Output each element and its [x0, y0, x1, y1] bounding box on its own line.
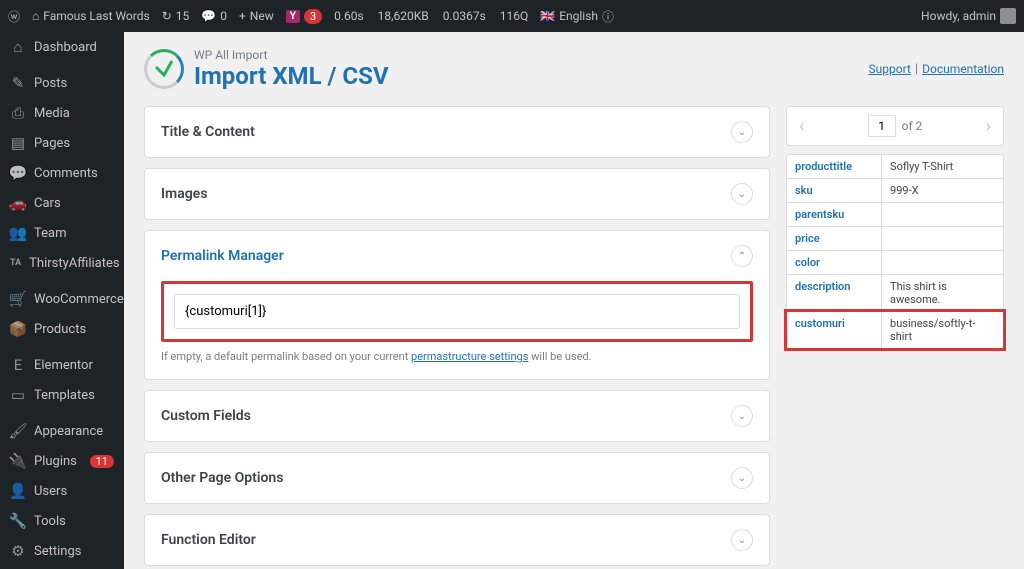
sidebar-item-thirstyaffiliates[interactable]: TAThirstyAffiliates [0, 248, 124, 278]
page-title: Import XML / CSV [194, 62, 389, 90]
record-pager: ‹ of 2 › [786, 106, 1004, 146]
record-row-parentsku[interactable]: parentsku [787, 203, 1003, 227]
chevron-down-icon: ⌄ [731, 183, 753, 205]
perf-stats: 0.60s 18,620KB 0.0367s 116Q [334, 9, 528, 23]
panel-title-content[interactable]: Title & Content⌄ [144, 106, 770, 158]
record-row-description[interactable]: descriptionThis shirt is awesome. [787, 275, 1003, 312]
chevron-down-icon: ⌄ [731, 467, 753, 489]
support-link[interactable]: Support [869, 62, 911, 76]
pager-next[interactable]: › [982, 116, 995, 137]
permastructure-link[interactable]: permastructure settings [411, 350, 528, 363]
record-row-customuri[interactable]: customuribusiness/softly-t-shirt [787, 312, 1003, 348]
sidebar-item-appearance[interactable]: 🖌Appearance [0, 416, 124, 446]
highlighted-input-area [161, 281, 753, 342]
record-key: parentsku [787, 203, 882, 226]
menu-icon: E [10, 357, 26, 373]
sidebar-item-users[interactable]: 👤Users [0, 476, 124, 506]
site-link[interactable]: ⌂ Famous Last Words [32, 9, 150, 23]
panel-images[interactable]: Images⌄ [144, 168, 770, 220]
panel-permalink-header[interactable]: Permalink Manager⌃ [145, 231, 769, 281]
menu-icon: 👤 [10, 483, 26, 499]
sidebar-item-comments[interactable]: 💬Comments [0, 158, 124, 188]
menu-icon: ▤ [10, 135, 26, 151]
new-link[interactable]: + New [239, 9, 274, 23]
menu-icon: 🔧 [10, 513, 26, 529]
menu-icon: 🔌 [10, 453, 26, 469]
menu-icon: ⌂ [10, 39, 26, 55]
comments-link[interactable]: 💬 0 [201, 9, 227, 23]
sidebar-item-dashboard[interactable]: ⌂Dashboard [0, 32, 124, 62]
record-value: business/softly-t-shirt [882, 312, 1003, 348]
sidebar-item-elementor[interactable]: EElementor [0, 350, 124, 380]
sidebar-item-media[interactable]: ⎙Media [0, 98, 124, 128]
menu-icon: ▭ [10, 387, 26, 403]
pager-total: of 2 [902, 119, 923, 133]
chevron-down-icon: ⌄ [731, 405, 753, 427]
menu-icon: 📦 [10, 321, 26, 337]
pager-current-input[interactable] [868, 115, 896, 137]
sidebar-item-settings[interactable]: ⚙Settings [0, 536, 124, 566]
admin-sidebar: ⌂Dashboard ✎Posts⎙Media▤Pages💬Comments🚗Ca… [0, 32, 124, 569]
yoast-link[interactable]: Y 3 [286, 9, 322, 24]
menu-icon: 🛒 [10, 291, 26, 307]
menu-icon: ⚙ [10, 543, 26, 559]
plugin-logo-icon [144, 49, 184, 89]
record-value [882, 251, 1003, 274]
sidebar-item-plugins[interactable]: 🔌Plugins11 [0, 446, 124, 476]
docs-link[interactable]: Documentation [922, 62, 1004, 76]
record-key: price [787, 227, 882, 250]
record-value: This shirt is awesome. [882, 275, 1003, 311]
menu-icon: 🚗 [10, 195, 26, 211]
chevron-down-icon: ⌄ [731, 529, 753, 551]
menu-icon: TA [10, 255, 21, 271]
record-value: 999-X [882, 179, 1003, 202]
sidebar-item-tools[interactable]: 🔧Tools [0, 506, 124, 536]
refresh-link[interactable]: ↻ 15 [162, 9, 190, 23]
record-value [882, 227, 1003, 250]
panel-permalink-manager: Permalink Manager⌃ If empty, a default p… [144, 230, 770, 380]
wp-logo[interactable]: ⓦ [8, 8, 20, 25]
record-key: color [787, 251, 882, 274]
panel-function-editor[interactable]: Function Editor⌄ [144, 514, 770, 566]
sidebar-item-posts[interactable]: ✎Posts [0, 68, 124, 98]
panel-other-options[interactable]: Other Page Options⌄ [144, 452, 770, 504]
chevron-down-icon: ⌄ [731, 121, 753, 143]
record-value [882, 203, 1003, 226]
record-key: sku [787, 179, 882, 202]
sidebar-item-team[interactable]: 👥Team [0, 218, 124, 248]
admin-bar: ⓦ ⌂ Famous Last Words ↻ 15 💬 0 + New Y 3… [0, 0, 1024, 32]
record-row-price[interactable]: price [787, 227, 1003, 251]
sidebar-item-pages[interactable]: ▤Pages [0, 128, 124, 158]
record-row-producttitle[interactable]: producttitleSoflyy T-Shirt [787, 155, 1003, 179]
avatar-icon [1000, 8, 1016, 24]
pager-prev[interactable]: ‹ [795, 116, 808, 137]
record-value: Soflyy T-Shirt [882, 155, 1003, 178]
sidebar-item-products[interactable]: 📦Products [0, 314, 124, 344]
menu-icon: ✎ [10, 75, 26, 91]
record-key: description [787, 275, 882, 311]
help-links: Support|Documentation [869, 62, 1004, 77]
menu-icon: 👥 [10, 225, 26, 241]
menu-icon: ⎙ [10, 105, 26, 121]
menu-icon: 💬 [10, 165, 26, 181]
brand-label: WP All Import [194, 48, 389, 62]
sidebar-item-cars[interactable]: 🚗Cars [0, 188, 124, 218]
panel-custom-fields[interactable]: Custom Fields⌄ [144, 390, 770, 442]
record-row-sku[interactable]: sku999-X [787, 179, 1003, 203]
lang-switch[interactable]: 🇬🇧 English ⓘ [540, 8, 614, 25]
menu-icon: 🖌 [10, 423, 26, 439]
main-content: WP All Import Import XML / CSV Support|D… [124, 32, 1024, 569]
sidebar-item-templates[interactable]: ▭Templates [0, 380, 124, 410]
chevron-up-icon: ⌃ [731, 245, 753, 267]
record-preview-table: producttitleSoflyy T-Shirtsku999-Xparent… [786, 154, 1004, 349]
howdy-user[interactable]: Howdy, admin [921, 8, 1016, 24]
record-key: producttitle [787, 155, 882, 178]
permalink-help-text: If empty, a default permalink based on y… [161, 350, 753, 363]
record-row-color[interactable]: color [787, 251, 1003, 275]
count-badge: 11 [90, 455, 114, 468]
permalink-input[interactable] [174, 294, 740, 329]
record-key: customuri [787, 312, 882, 348]
sidebar-item-woocommerce[interactable]: 🛒WooCommerce [0, 284, 124, 314]
